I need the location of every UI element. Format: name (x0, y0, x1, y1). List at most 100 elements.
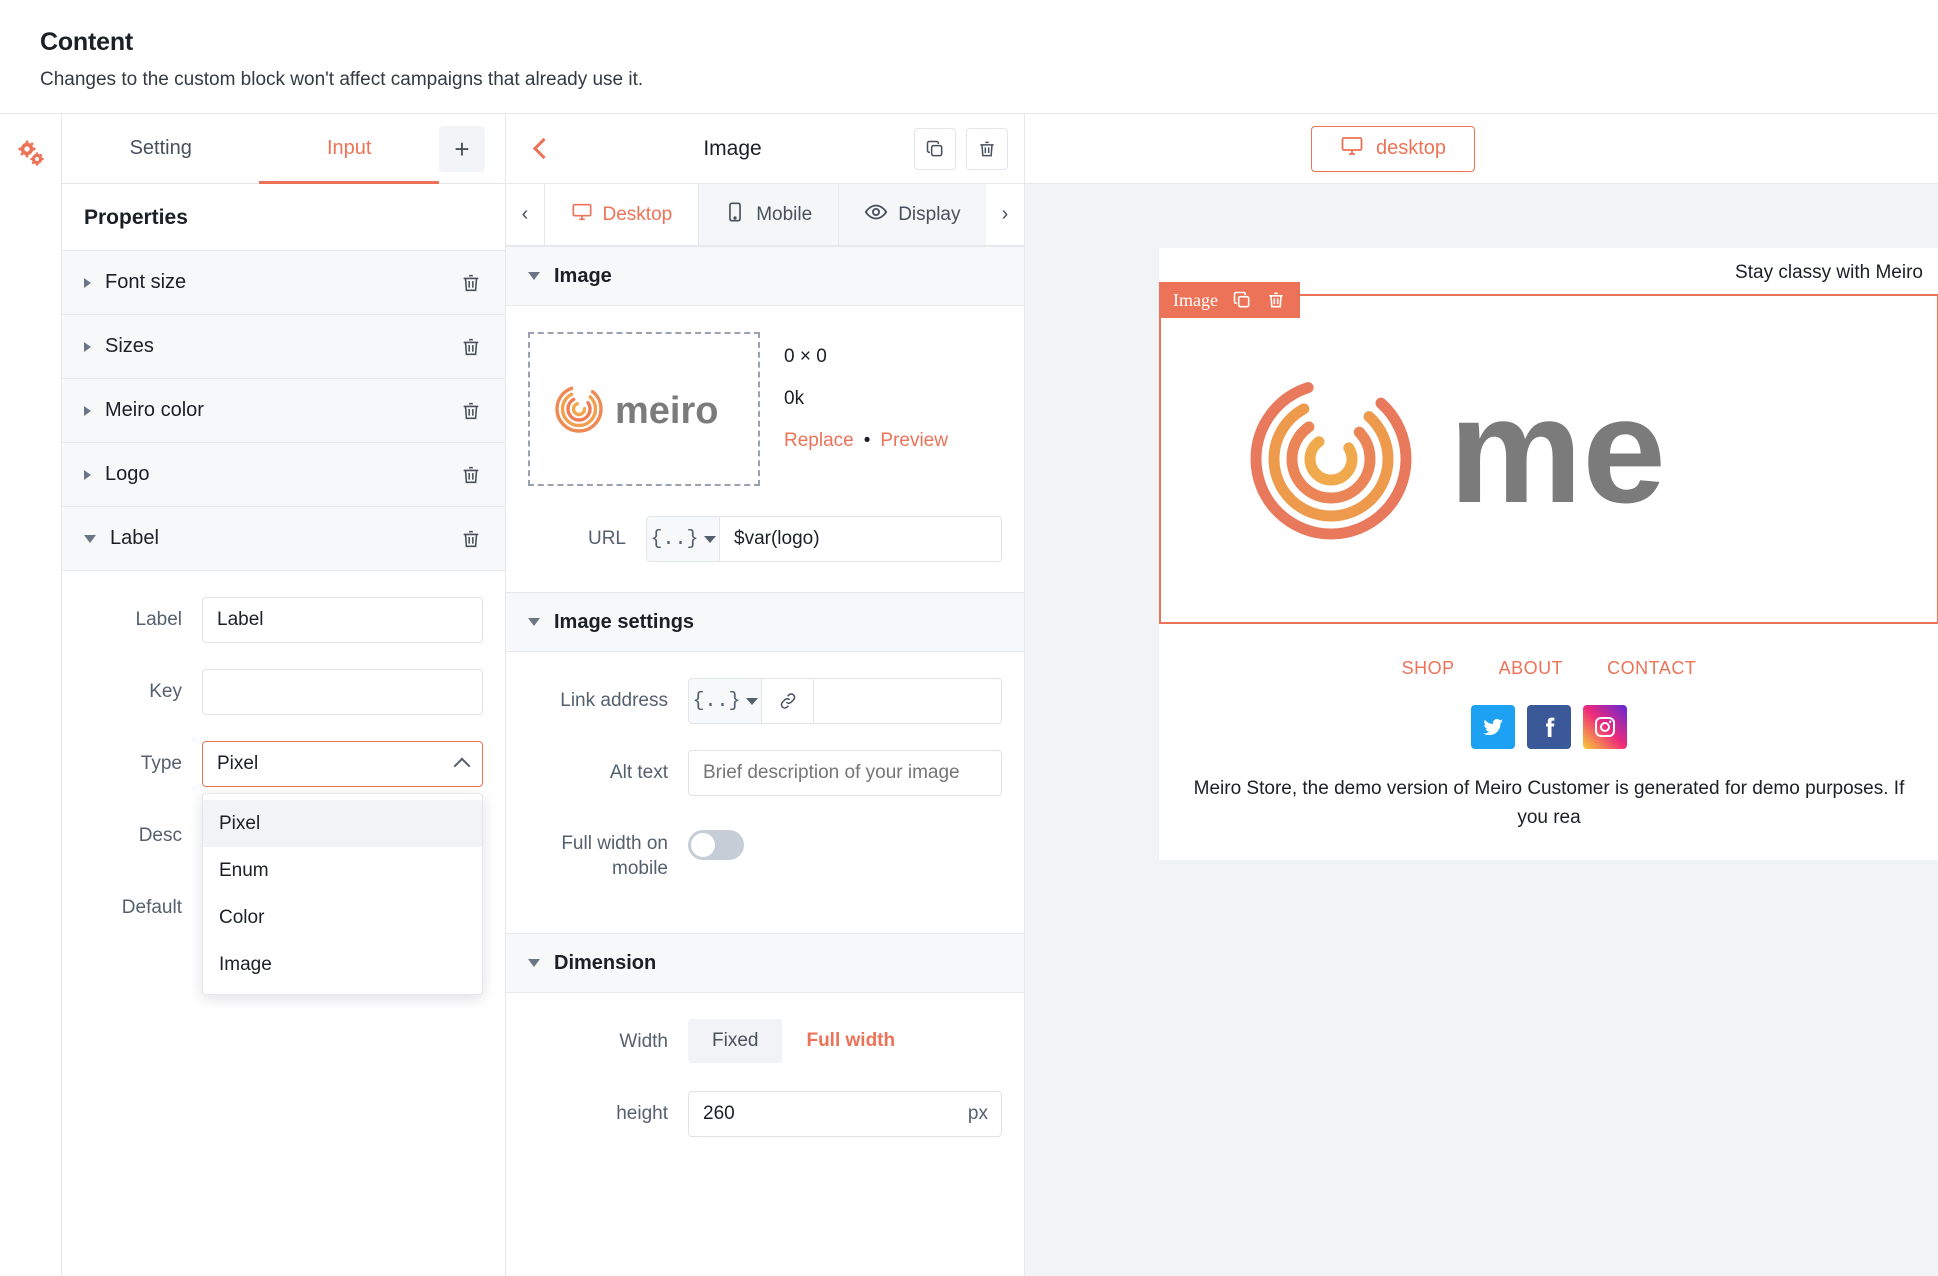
block-badge-label: Image (1173, 289, 1218, 310)
width-option-fixed[interactable]: Fixed (688, 1019, 782, 1063)
trash-icon[interactable] (1266, 290, 1286, 310)
alt-text-input[interactable] (688, 750, 1002, 796)
preview-desktop-button[interactable]: desktop (1311, 125, 1476, 172)
chevron-down-icon (745, 697, 758, 705)
twitter-icon[interactable] (1471, 705, 1515, 749)
duplicate-icon[interactable] (914, 127, 956, 170)
tab-input[interactable]: Input (259, 114, 439, 184)
link-address-input[interactable] (814, 678, 1002, 724)
type-select-value: Pixel (217, 753, 259, 774)
email-preview: Stay classy with Meiro Image me SHOP ABO… (1159, 248, 1938, 860)
facebook-icon[interactable] (1527, 705, 1571, 749)
icon-rail (0, 114, 62, 1276)
property-label: Font size (105, 271, 187, 293)
preview-panel: desktop Stay classy with Meiro Image me … (1025, 114, 1938, 1276)
delete-property-button[interactable] (451, 391, 491, 431)
email-social-row (1159, 705, 1938, 775)
section-dimension-header[interactable]: Dimension (506, 933, 1024, 994)
delete-property-button[interactable] (451, 263, 491, 303)
property-row-meiro-color[interactable]: Meiro color (62, 379, 505, 443)
url-input[interactable] (720, 516, 1002, 562)
field-alt-text: Alt text (528, 750, 1002, 796)
nav-item-contact[interactable]: CONTACT (1607, 658, 1696, 679)
type-option-enum[interactable]: Enum (203, 847, 482, 894)
app-root: Content Changes to the custom block won'… (0, 0, 1938, 1276)
field-key: Key (84, 669, 483, 715)
type-dropdown: Pixel Enum Color Image (202, 793, 483, 995)
mobile-icon (724, 201, 746, 229)
device-tab-bar: ‹ Desktop Mobile Display › (506, 184, 1024, 246)
chevron-right-icon (84, 405, 91, 416)
property-row-font-size[interactable]: Font size (62, 251, 505, 315)
page-header: Content Changes to the custom block won'… (0, 0, 1938, 114)
type-option-image[interactable]: Image (203, 941, 482, 988)
delete-property-button[interactable] (451, 455, 491, 495)
chevron-up-icon (453, 757, 471, 775)
preview-image-link[interactable]: Preview (880, 430, 948, 452)
toggle-knob (691, 833, 715, 857)
preview-stage: Stay classy with Meiro Image me SHOP ABO… (1025, 184, 1938, 1276)
field-url: URL {..} (528, 516, 1002, 562)
tab-setting[interactable]: Setting (62, 114, 259, 183)
type-option-pixel[interactable]: Pixel (203, 800, 482, 847)
tab-desktop[interactable]: Desktop (544, 184, 698, 245)
trash-icon[interactable] (966, 127, 1008, 170)
chevron-left-icon[interactable] (532, 137, 555, 160)
link-separator: • (863, 430, 871, 451)
width-segmented-control: Fixed Full width (688, 1019, 920, 1064)
tab-mobile[interactable]: Mobile (697, 184, 838, 245)
property-row-sizes[interactable]: Sizes (62, 315, 505, 379)
section-dimension-title: Dimension (554, 951, 657, 974)
label-property-form: Label Key Type (62, 571, 505, 995)
property-row-logo[interactable]: Logo (62, 443, 505, 507)
section-image-settings-header[interactable]: Image settings (506, 592, 1024, 652)
instagram-icon[interactable] (1583, 705, 1627, 749)
field-height: height px (528, 1091, 1002, 1138)
field-full-width-mobile: Full width on mobile (528, 822, 1002, 881)
width-option-full-width[interactable]: Full width (782, 1019, 920, 1064)
url-variable-button[interactable]: {..} (646, 516, 720, 562)
label-input[interactable] (202, 597, 483, 643)
left-tabs: Setting Input + (62, 114, 505, 184)
chevron-right-icon (84, 341, 91, 352)
preview-device-label: desktop (1376, 137, 1447, 159)
property-label: Logo (105, 463, 150, 485)
page-title: Content (40, 28, 134, 56)
email-image-block[interactable]: me (1159, 294, 1938, 624)
nav-item-about[interactable]: ABOUT (1499, 658, 1564, 679)
key-input[interactable] (202, 669, 483, 715)
field-type-caption: Type (140, 753, 182, 774)
image-dropzone[interactable]: meiro (528, 332, 760, 486)
tab-display[interactable]: Display (837, 184, 986, 245)
add-input-button[interactable]: + (439, 126, 485, 172)
type-select[interactable]: Pixel (202, 741, 483, 787)
replace-image-link[interactable]: Replace (784, 430, 854, 452)
field-type: Type Pixel Pixel Enum Color Image (84, 741, 483, 995)
nav-item-shop[interactable]: SHOP (1402, 658, 1455, 679)
delete-property-button[interactable] (451, 327, 491, 367)
link-variable-button[interactable]: {..} (688, 678, 762, 724)
duplicate-icon[interactable] (1232, 290, 1252, 310)
meiro-logo-icon: meiro (555, 385, 718, 433)
field-link-address: Link address {..} (528, 678, 1002, 724)
chevron-down-icon (84, 534, 96, 543)
height-input[interactable] (688, 1091, 1002, 1138)
delete-property-button[interactable] (451, 519, 491, 559)
section-image-header[interactable]: Image (506, 246, 1024, 306)
svg-text:me: me (1449, 366, 1666, 534)
type-option-color[interactable]: Color (203, 894, 482, 941)
tabs-next-button[interactable]: › (986, 184, 1024, 245)
section-image-settings-title: Image settings (554, 610, 695, 633)
gears-icon[interactable] (17, 140, 45, 166)
section-dimension-body: Width Fixed Full width height px (506, 993, 1024, 1189)
tabs-prev-button[interactable]: ‹ (506, 184, 544, 245)
property-row-label[interactable]: Label (62, 507, 505, 571)
meiro-logo-icon: me (1250, 366, 1666, 540)
field-width-caption: Width (619, 1031, 668, 1053)
field-link-address-caption: Link address (560, 690, 668, 711)
desktop-icon (571, 201, 593, 229)
email-body-text: Meiro Store, the demo version of Meiro C… (1193, 778, 1905, 828)
full-width-toggle[interactable] (688, 830, 744, 860)
svg-text:meiro: meiro (615, 390, 718, 432)
email-nav: SHOP ABOUT CONTACT (1159, 624, 1938, 705)
